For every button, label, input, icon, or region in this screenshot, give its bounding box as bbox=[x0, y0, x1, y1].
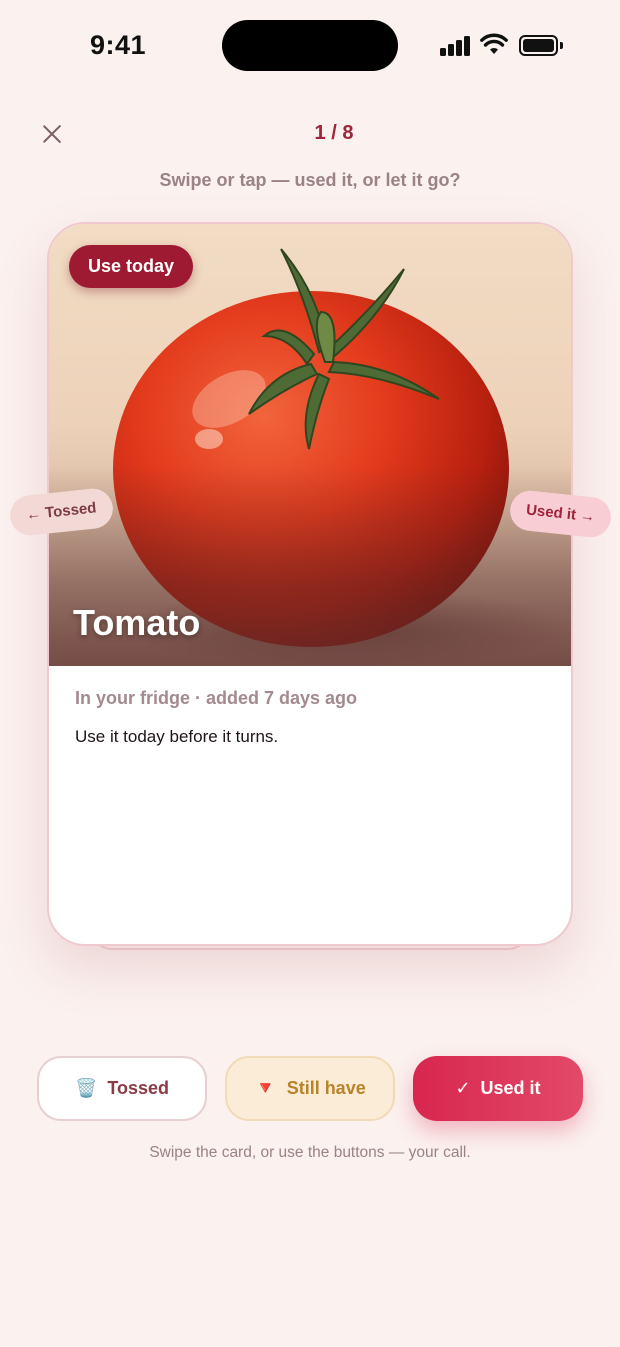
item-description: Use it today before it turns. bbox=[75, 727, 279, 746]
checkmark-icon: ✓ bbox=[455, 1078, 471, 1098]
used-it-button-label: Used it bbox=[480, 1078, 541, 1098]
down-triangle-icon: 🔻 bbox=[254, 1078, 277, 1098]
instructions-subtitle: Swipe or tap — used it, or let it go? bbox=[159, 170, 461, 190]
item-meta: In your fridge · added 7 days ago bbox=[75, 688, 358, 708]
urgency-badge: Use today bbox=[69, 245, 194, 288]
item-photo bbox=[49, 224, 571, 666]
battery-icon bbox=[519, 35, 563, 56]
used-it-button[interactable]: ✓ Used it bbox=[413, 1056, 583, 1121]
tossed-button-label: Tossed bbox=[107, 1078, 170, 1098]
status-time: 9:41 bbox=[90, 30, 147, 60]
status-bar: 9:41 bbox=[0, 0, 620, 90]
trash-icon: 🗑️ bbox=[74, 1078, 98, 1098]
item-name: Tomato bbox=[73, 602, 201, 643]
tossed-button[interactable]: 🗑️ Tossed bbox=[37, 1056, 207, 1121]
dynamic-island bbox=[222, 20, 398, 71]
card-counter: 1 / 8 bbox=[314, 122, 354, 144]
still-have-button[interactable]: 🔻 Still have bbox=[225, 1056, 395, 1121]
footer-note: Swipe the card, or use the buttons — you… bbox=[149, 1144, 471, 1161]
still-have-button-label: Still have bbox=[286, 1078, 366, 1098]
cellular-signal-icon bbox=[440, 36, 472, 56]
wifi-icon bbox=[480, 33, 508, 54]
item-card[interactable]: Use today Tomato In your fridge · added … bbox=[47, 222, 573, 946]
